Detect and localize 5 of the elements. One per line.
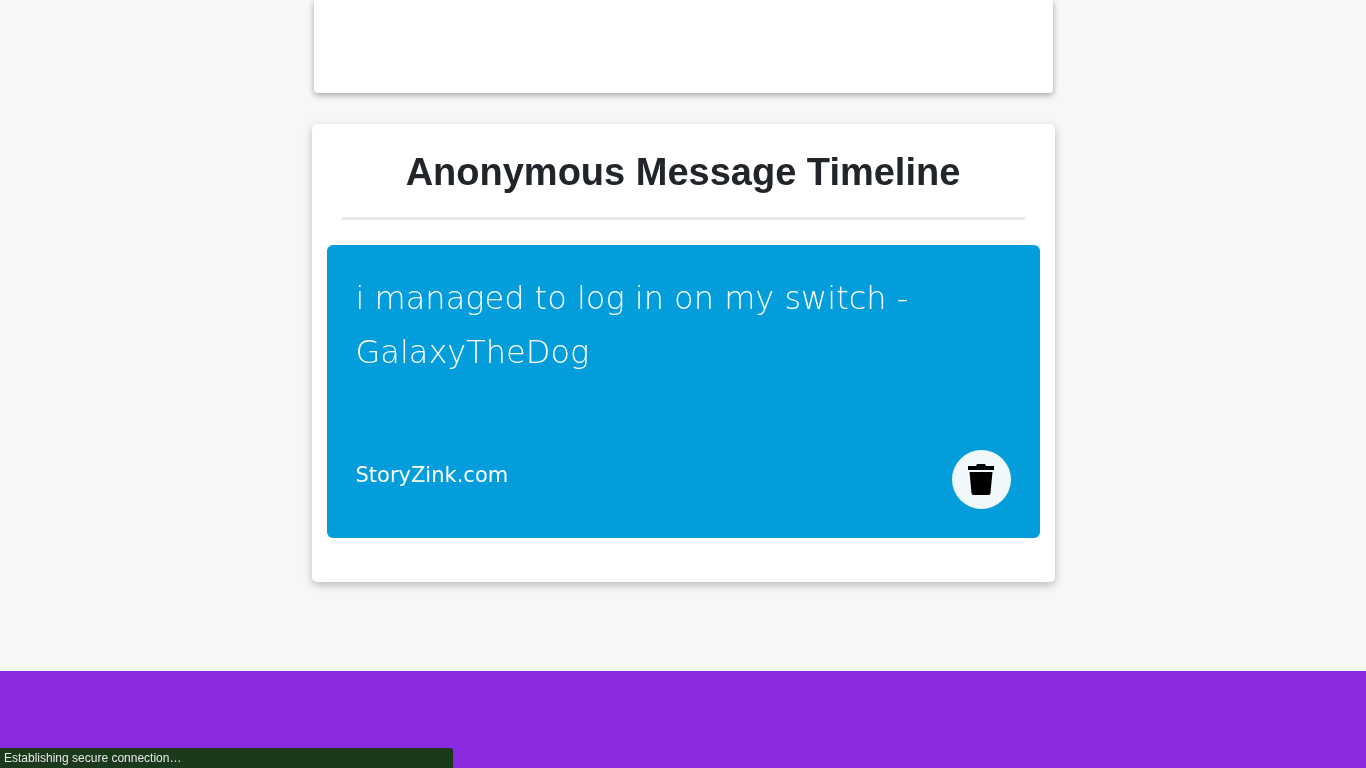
site-name: StoryZink.com: [355, 463, 509, 487]
status-bubble: Establishing secure connection…: [0, 748, 453, 768]
message-text: i managed to log in on my switch - GalaxyTheDog: [355, 278, 910, 373]
trash-icon: [968, 464, 994, 495]
timeline-title: Anonymous Message Timeline: [341, 150, 1025, 220]
